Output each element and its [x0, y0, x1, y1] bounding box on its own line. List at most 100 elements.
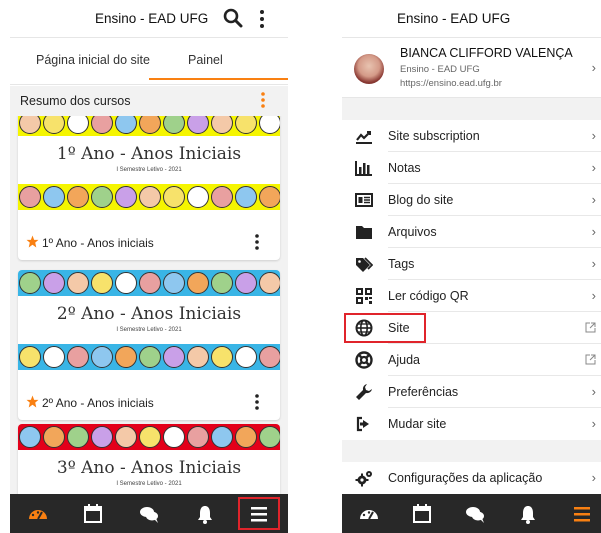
top-app-bar: Ensino - EAD UFG: [10, 0, 288, 38]
menu-item-label: Ler código QR: [388, 289, 469, 303]
cartoon-face: [259, 116, 280, 134]
section-options-icon[interactable]: [260, 91, 266, 109]
menu-item-label: Site subscription: [388, 129, 480, 143]
cartoon-face: [91, 426, 113, 448]
menu-item-switch-site[interactable]: Mudar site ›: [342, 408, 601, 440]
user-site-name: Ensino - EAD UFG: [400, 64, 480, 75]
course-card[interactable]: 3º Ano - Anos Iniciais I Semestre Letivo…: [18, 424, 280, 494]
banner-subtitle: I Semestre Letivo - 2021: [116, 167, 182, 173]
cartoon-face: [115, 426, 137, 448]
tab-dashboard[interactable]: Painel: [188, 53, 223, 67]
faces-row: [18, 116, 280, 136]
star-icon[interactable]: [26, 235, 39, 248]
avatar: [354, 54, 384, 84]
course-name[interactable]: 2º Ano - Anos iniciais: [42, 396, 154, 410]
cartoon-face: [43, 116, 65, 134]
faces-row: [18, 344, 280, 370]
cartoon-face: [163, 346, 185, 368]
cartoon-face: [91, 186, 113, 208]
grades-icon: [355, 161, 372, 176]
menu-item-label: Preferências: [388, 385, 459, 399]
chevron-right-icon: ›: [591, 160, 596, 175]
chevron-right-icon: ›: [591, 288, 596, 303]
cartoon-face: [139, 346, 161, 368]
messages-icon[interactable]: [464, 503, 486, 525]
messages-icon[interactable]: [138, 503, 160, 525]
faces-strip: [18, 424, 280, 450]
faces-row: [18, 270, 280, 296]
cartoon-face: [187, 186, 209, 208]
cartoon-face: [67, 272, 89, 294]
cartoon-face: [163, 186, 185, 208]
calendar-icon[interactable]: [411, 503, 433, 525]
menu-item-files[interactable]: Arquivos ›: [342, 216, 601, 248]
menu-item-label: Arquivos: [388, 225, 437, 239]
notifications-icon[interactable]: [194, 503, 216, 525]
course-options-icon[interactable]: [254, 233, 260, 251]
cartoon-face: [259, 272, 280, 294]
star-icon[interactable]: [26, 395, 39, 408]
section-spacer: [342, 440, 601, 462]
cartoon-face: [187, 346, 209, 368]
cartoon-face: [115, 116, 137, 134]
chevron-right-icon: ›: [591, 384, 596, 399]
bottom-navigation: [342, 494, 601, 533]
cartoon-face: [43, 272, 65, 294]
menu-item-tags[interactable]: Tags ›: [342, 248, 601, 280]
blog-icon: [355, 193, 373, 207]
more-options-icon[interactable]: [258, 9, 266, 29]
cartoon-face: [67, 426, 89, 448]
course-list: 1º Ano - Anos Iniciais I Semestre Letivo…: [10, 116, 288, 494]
menu-item-site-blog[interactable]: Blog do site ›: [342, 184, 601, 216]
switch-site-icon: [356, 416, 369, 432]
cartoon-face: [235, 346, 257, 368]
more-menu-screen: Ensino - EAD UFG BIANCA CLIFFORD VALENÇA…: [342, 0, 601, 533]
cartoon-face: [115, 346, 137, 368]
dashboard-icon[interactable]: [358, 503, 380, 525]
course-options-icon[interactable]: [254, 393, 260, 411]
course-card-footer: 2º Ano - Anos iniciais: [18, 386, 280, 420]
dashboard-icon[interactable]: [27, 503, 49, 525]
site-title: Ensino - EAD UFG: [397, 11, 511, 26]
menu-item-site-subscription[interactable]: Site subscription ›: [342, 120, 601, 152]
cartoon-face: [19, 186, 41, 208]
menu-item-label: Tags: [388, 257, 415, 271]
cartoon-face: [67, 186, 89, 208]
menu-item-label: Notas: [388, 161, 421, 175]
menu-item-scan-qr[interactable]: Ler código QR ›: [342, 280, 601, 312]
course-card[interactable]: 1º Ano - Anos Iniciais I Semestre Letivo…: [18, 116, 280, 260]
faces-strip: [18, 270, 280, 296]
course-overview-header: Resumo dos cursos: [10, 86, 288, 116]
active-tab-indicator: [149, 78, 288, 80]
notifications-icon[interactable]: [517, 503, 539, 525]
menu-item-app-settings[interactable]: Configurações da aplicação ›: [342, 462, 601, 494]
menu-item-label: Mudar site: [388, 417, 447, 431]
search-icon[interactable]: [223, 8, 243, 28]
cartoon-face: [43, 346, 65, 368]
menu-item-site[interactable]: Site: [342, 312, 601, 344]
calendar-icon[interactable]: [82, 503, 104, 525]
user-site-url: https://ensino.ead.ufg.br: [400, 78, 502, 89]
cartoon-face: [259, 186, 280, 208]
folder-icon: [356, 226, 372, 239]
tab-bar: Página inicial do site Painel: [10, 38, 288, 85]
banner-subtitle: I Semestre Letivo - 2021: [116, 481, 182, 487]
cartoon-face: [139, 186, 161, 208]
course-card[interactable]: 2º Ano - Anos Iniciais I Semestre Letivo…: [18, 270, 280, 420]
cartoon-face: [163, 426, 185, 448]
cartoon-face: [211, 186, 233, 208]
menu-item-help[interactable]: Ajuda: [342, 344, 601, 376]
menu-icon[interactable]: [571, 503, 593, 525]
highlight-box: [238, 497, 280, 530]
menu-item-preferences[interactable]: Preferências ›: [342, 376, 601, 408]
cartoon-face: [43, 186, 65, 208]
tab-site-home[interactable]: Página inicial do site: [36, 53, 150, 67]
chevron-right-icon: ›: [591, 60, 596, 75]
faces-strip: [18, 344, 280, 370]
cartoon-face: [91, 272, 113, 294]
course-name[interactable]: 1º Ano - Anos iniciais: [42, 236, 154, 250]
menu-item-grades[interactable]: Notas ›: [342, 152, 601, 184]
cartoon-face: [187, 272, 209, 294]
cartoon-face: [19, 426, 41, 448]
user-profile-item[interactable]: BIANCA CLIFFORD VALENÇA Ensino - EAD UFG…: [342, 38, 601, 98]
